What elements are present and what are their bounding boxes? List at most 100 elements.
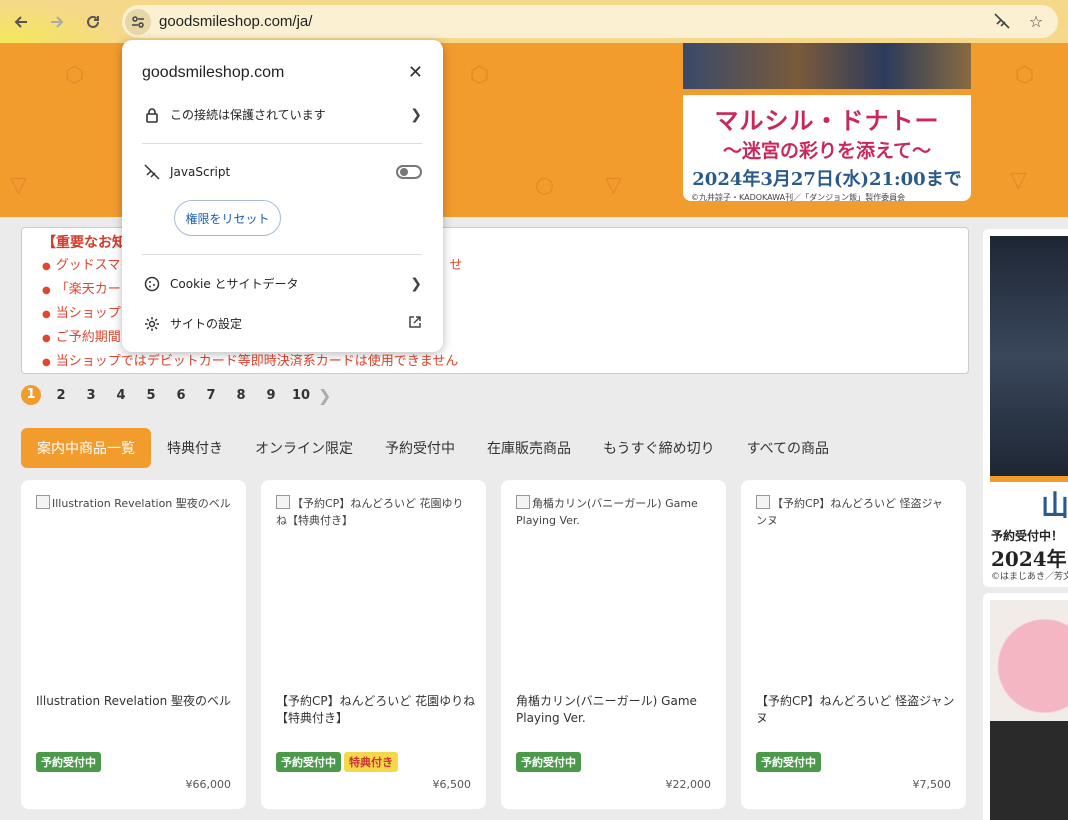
page-4[interactable]: 4 — [106, 388, 136, 403]
browser-toolbar: goodsmileshop.com/ja/ ☆ — [0, 0, 1068, 43]
campaign-title: マルシル・ドナトー — [714, 106, 940, 135]
connection-label: この接続は保護されています — [170, 108, 326, 122]
broken-image-alt[interactable]: Illustration Revelation 聖夜のベル — [36, 495, 231, 512]
product-card[interactable]: 角楯カリン(バニーガール) Game Playing Ver. 角楯カリン(バニ… — [501, 480, 726, 809]
tab-online-exclusive[interactable]: オンライン限定 — [239, 428, 369, 468]
chevron-right-icon[interactable]: ❯ — [318, 386, 331, 405]
product-name[interactable]: 【予約CP】ねんどろいど 怪盗ジャンヌ — [756, 693, 956, 727]
javascript-row: JavaScript — [142, 164, 422, 180]
circle-decoration: ○ — [535, 173, 555, 198]
reload-icon — [87, 15, 99, 28]
chevron-right-icon: ❯ — [410, 106, 422, 123]
side-banner-image — [990, 236, 1068, 476]
open-external-icon — [408, 315, 422, 333]
javascript-off-icon — [142, 164, 162, 180]
side-banner[interactable]: 山 予約受付中！ 2024年2 ©はまじあき／芳文 — [983, 229, 1068, 587]
site-info-button[interactable] — [125, 8, 151, 35]
status-badge: 予約受付中 — [516, 752, 581, 772]
page-8[interactable]: 8 — [226, 388, 256, 403]
product-badges: 予約受付中 特典付き — [276, 752, 398, 772]
broken-image-alt[interactable]: 【予約CP】ねんどろいど 怪盗ジャンヌ — [756, 495, 951, 529]
product-name[interactable]: 【予約CP】ねんどろいど 花園ゆりね【特典付き】 — [276, 693, 476, 727]
tab-featured[interactable]: 案内中商品一覧 — [21, 428, 151, 468]
triangle-decoration: ▽ — [605, 173, 622, 198]
product-card[interactable]: Illustration Revelation 聖夜のベル Illustrati… — [21, 480, 246, 809]
notice-line[interactable]: 当ショップではデビットカード等即時決済系カードは使用できません — [42, 350, 948, 374]
product-grid: Illustration Revelation 聖夜のベル Illustrati… — [21, 480, 966, 809]
product-price: ¥22,000 — [665, 778, 712, 791]
gear-icon — [142, 316, 162, 332]
page-2[interactable]: 2 — [46, 388, 76, 403]
page-7[interactable]: 7 — [196, 388, 226, 403]
page-9[interactable]: 9 — [256, 388, 286, 403]
tab-closing-soon[interactable]: もうすぐ締め切り — [587, 428, 731, 468]
product-price: ¥6,500 — [432, 778, 472, 791]
side-banner-image — [990, 600, 1068, 820]
product-card[interactable]: 【予約CP】ねんどろいど 怪盗ジャンヌ 【予約CP】ねんどろいど 怪盗ジャンヌ … — [741, 480, 966, 809]
site-settings-row[interactable]: サイトの設定 — [142, 315, 422, 332]
divider — [142, 254, 422, 255]
reload-button[interactable] — [78, 7, 108, 37]
product-name[interactable]: Illustration Revelation 聖夜のベル — [36, 693, 236, 710]
tab-bonus[interactable]: 特典付き — [151, 428, 239, 468]
chevron-right-icon: ❯ — [410, 275, 422, 292]
status-badge: 予約受付中 — [36, 752, 101, 772]
address-bar[interactable]: goodsmileshop.com/ja/ ☆ — [122, 5, 1058, 38]
javascript-toggle[interactable] — [396, 165, 422, 179]
triangle-decoration: ▽ — [10, 173, 27, 198]
side-banner-title: 山 — [1041, 489, 1068, 522]
divider — [142, 143, 422, 144]
notice-line-tail[interactable]: せ — [449, 258, 462, 273]
hexagon-decoration: ⬡ — [470, 63, 490, 88]
tab-all-products[interactable]: すべての商品 — [731, 428, 845, 468]
tab-in-stock[interactable]: 在庫販売商品 — [471, 428, 587, 468]
broken-image-alt[interactable]: 角楯カリン(バニーガール) Game Playing Ver. — [516, 495, 711, 529]
page-5[interactable]: 5 — [136, 388, 166, 403]
bookmark-star-icon[interactable]: ☆ — [1026, 11, 1046, 31]
campaign-credit: ©九井諒子・KADOKAWA刊／「ダンジョン飯」製作委員会 — [691, 193, 906, 201]
product-badges: 予約受付中 — [36, 752, 101, 772]
connection-secure-row[interactable]: この接続は保護されています ❯ — [142, 106, 422, 123]
broken-image-alt[interactable]: 【予約CP】ねんどろいど 花園ゆりね【特典付き】 — [276, 495, 471, 529]
forward-button[interactable] — [42, 7, 72, 37]
campaign-banner[interactable]: マルシル・ドナトー 〜迷宮の彩りを添えて〜 2024年3月27日(水)21:00… — [683, 43, 971, 201]
popup-site-name: goodsmileshop.com — [142, 64, 285, 81]
bonus-badge: 特典付き — [344, 752, 398, 772]
side-banner-text: 予約受付中！ — [991, 529, 1064, 543]
product-price: ¥7,500 — [912, 778, 952, 791]
javascript-blocked-icon[interactable] — [992, 11, 1012, 31]
status-badge: 予約受付中 — [276, 752, 341, 772]
site-settings-label: サイトの設定 — [170, 317, 243, 331]
close-icon[interactable]: ✕ — [408, 62, 423, 83]
product-badges: 予約受付中 — [756, 752, 821, 772]
product-card[interactable]: 【予約CP】ねんどろいど 花園ゆりね【特典付き】 【予約CP】ねんどろいど 花園… — [261, 480, 486, 809]
campaign-date: 2024年3月27日(水)21:00まで — [692, 169, 962, 190]
cookies-label: Cookie とサイトデータ — [170, 277, 299, 291]
side-banner[interactable] — [983, 593, 1068, 820]
site-info-popup: goodsmileshop.com ✕ この接続は保護されています ❯ Java… — [122, 40, 443, 352]
status-badge: 予約受付中 — [756, 752, 821, 772]
product-badges: 予約受付中 — [516, 752, 581, 772]
back-button[interactable] — [6, 7, 36, 37]
campaign-artwork — [683, 43, 971, 89]
pagination: 1 2 3 4 5 6 7 8 9 10 ❯ — [21, 385, 331, 405]
tune-icon — [132, 15, 144, 28]
page-6[interactable]: 6 — [166, 388, 196, 403]
cookies-row[interactable]: Cookie とサイトデータ ❯ — [142, 275, 422, 292]
url-text[interactable]: goodsmileshop.com/ja/ — [159, 13, 312, 30]
arrow-right-icon — [51, 15, 64, 28]
triangle-decoration: ▽ — [1010, 168, 1027, 193]
cookie-icon — [142, 276, 162, 292]
product-price: ¥66,000 — [185, 778, 232, 791]
tab-preorder[interactable]: 予約受付中 — [369, 428, 471, 468]
page-1[interactable]: 1 — [21, 385, 41, 405]
reset-permissions-button[interactable]: 権限をリセット — [174, 200, 281, 236]
javascript-label: JavaScript — [170, 165, 231, 179]
page-10[interactable]: 10 — [286, 388, 316, 403]
page-3[interactable]: 3 — [76, 388, 106, 403]
product-name[interactable]: 角楯カリン(バニーガール) Game Playing Ver. — [516, 693, 716, 727]
side-banner-date: 2024年2 — [991, 547, 1068, 571]
lock-icon — [142, 107, 162, 123]
side-banner-credit: ©はまじあき／芳文 — [991, 572, 1068, 582]
campaign-accent-bar — [683, 89, 971, 95]
